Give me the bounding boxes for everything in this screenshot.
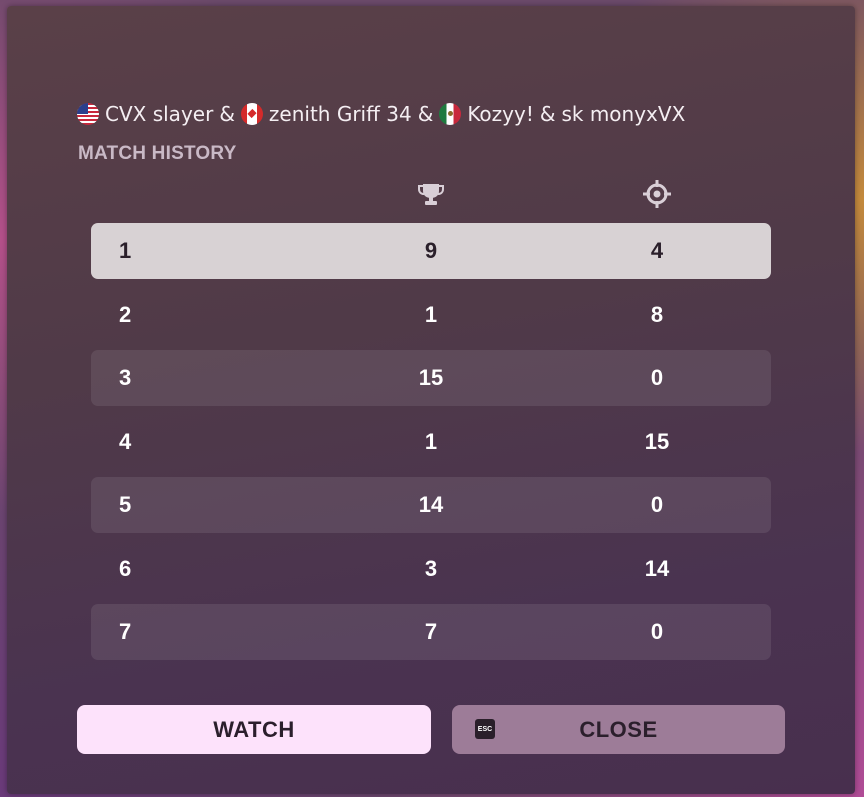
party-title: CVX slayer & zenith Griff 34 & Kozyy! & … (77, 102, 691, 126)
elims-value: 0 (650, 619, 664, 644)
elims-value: 0 (650, 492, 664, 517)
wins-value: 14 (418, 492, 444, 517)
match-row[interactable]: 1 9 4 (91, 223, 771, 279)
us-flag-icon (77, 103, 99, 125)
match-row[interactable]: 3 15 0 (91, 350, 771, 406)
player-name: zenith Griff 34 (268, 102, 412, 126)
match-history-dialog: CVX slayer & zenith Griff 34 & Kozyy! & … (7, 6, 855, 794)
separator: & (417, 102, 434, 126)
wins-value: 7 (424, 619, 438, 644)
mx-flag-icon (439, 103, 462, 125)
match-number: 4 (119, 428, 132, 454)
match-number: 6 (119, 555, 132, 581)
match-number: 1 (119, 238, 132, 263)
wins-value: 3 (424, 555, 438, 581)
match-number: 7 (119, 619, 132, 644)
separator: & (539, 102, 556, 126)
elims-value: 0 (650, 365, 664, 390)
match-number: 5 (119, 492, 132, 517)
close-button[interactable]: ESC CLOSE (452, 705, 785, 754)
match-history-table: 1 9 4 2 1 8 3 15 0 4 1 15 5 14 0 6 3 14 (91, 223, 771, 668)
section-title: MATCH HISTORY (78, 143, 237, 164)
match-number: 2 (119, 301, 132, 327)
wins-value: 9 (424, 238, 438, 263)
close-button-label: CLOSE (579, 716, 658, 742)
wins-value: 1 (424, 428, 438, 454)
elims-value: 15 (644, 428, 670, 454)
match-row[interactable]: 2 1 8 (91, 287, 771, 343)
elims-value: 8 (650, 301, 664, 327)
trophy-icon (416, 179, 446, 209)
ca-flag-icon (240, 103, 263, 125)
elims-value: 14 (644, 555, 670, 581)
match-row[interactable]: 7 7 0 (91, 604, 771, 660)
crosshair-icon (642, 179, 672, 209)
watch-button[interactable]: WATCH (77, 705, 431, 754)
match-row[interactable]: 4 1 15 (91, 414, 771, 470)
match-row[interactable]: 6 3 14 (91, 541, 771, 597)
elims-value: 4 (650, 238, 664, 263)
watch-button-label: WATCH (213, 716, 295, 742)
wins-value: 15 (418, 365, 444, 390)
match-number: 3 (119, 365, 132, 390)
player-name: CVX slayer (105, 102, 214, 126)
player-name: Kozyy! (467, 102, 534, 126)
separator: & (219, 102, 235, 126)
wins-value: 1 (424, 301, 438, 327)
player-name: sk monyxVX (561, 102, 686, 126)
esc-key-icon: ESC (475, 719, 495, 739)
match-row[interactable]: 5 14 0 (91, 477, 771, 533)
